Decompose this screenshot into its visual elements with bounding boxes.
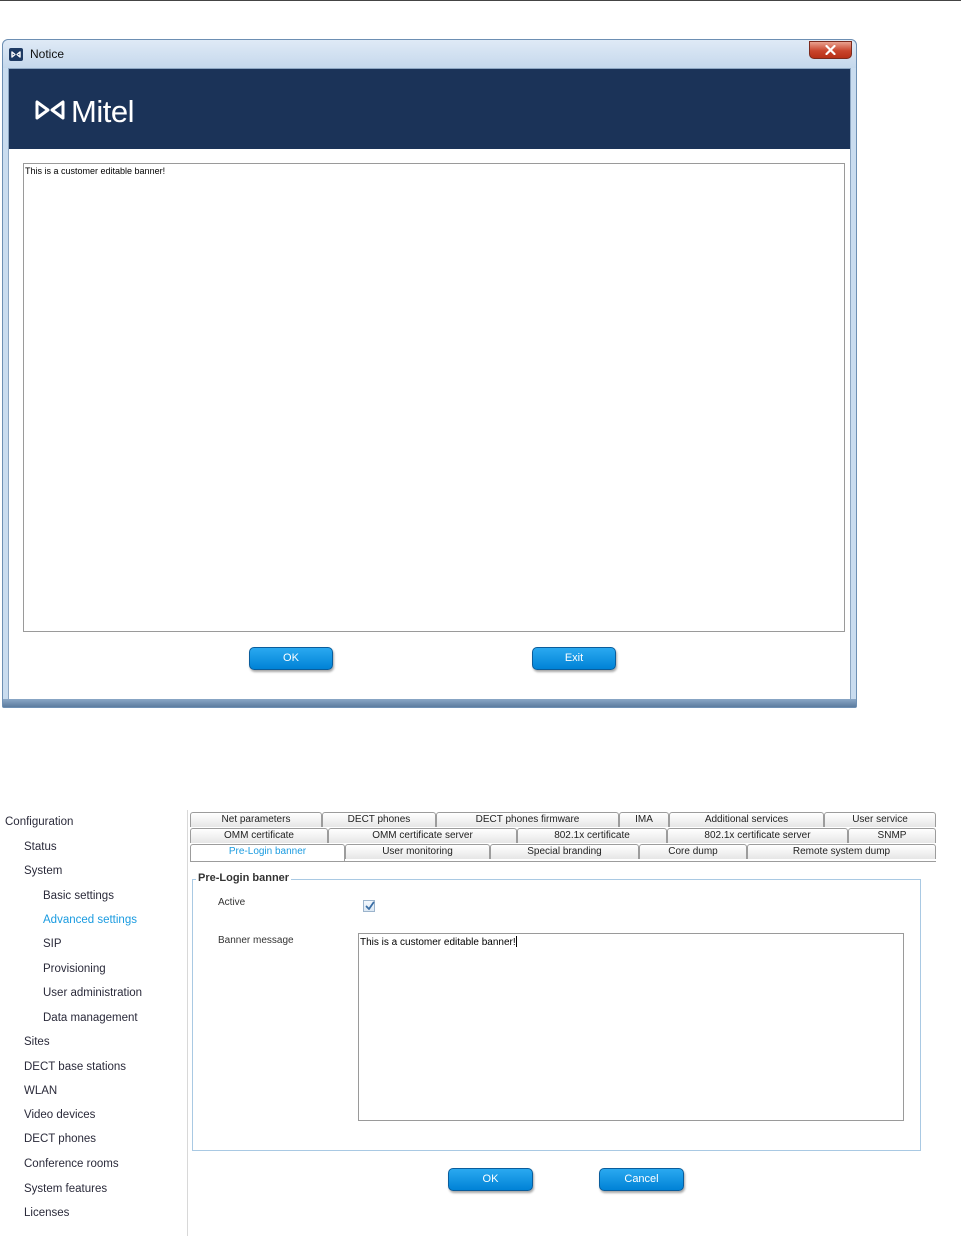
- notice-window: Notice Mitel This is a customer editable…: [2, 39, 857, 708]
- notice-title: Notice: [30, 47, 65, 61]
- tab-user-monitoring[interactable]: User monitoring: [345, 844, 490, 859]
- tab-pre-login-banner[interactable]: Pre-Login banner: [190, 844, 345, 861]
- notice-message-text: This is a customer editable banner!: [25, 166, 166, 176]
- window-bottom-frame: [3, 699, 856, 707]
- nav-dect-phones[interactable]: DECT phones: [24, 1133, 96, 1145]
- tab-additional-services[interactable]: Additional services: [669, 812, 824, 827]
- nav-system[interactable]: System: [24, 865, 62, 877]
- panel-legend: Pre-Login banner: [196, 872, 292, 884]
- banner-message-value: This is a customer editable banner!: [360, 937, 516, 948]
- tab-user-service[interactable]: User service: [824, 812, 936, 827]
- nav-sites[interactable]: Sites: [24, 1036, 50, 1048]
- checkmark-icon: [365, 901, 375, 910]
- tab-8021x-certificate-server[interactable]: 802.1x certificate server: [667, 828, 848, 843]
- nav-sip[interactable]: SIP: [43, 938, 62, 950]
- notice-exit-button[interactable]: Exit: [532, 647, 616, 670]
- nav-video-devices[interactable]: Video devices: [24, 1109, 95, 1121]
- sidebar-nav: Configuration Status System Basic settin…: [0, 810, 186, 1236]
- tab-dect-phones[interactable]: DECT phones: [322, 812, 436, 827]
- notice-ok-button[interactable]: OK: [249, 647, 333, 670]
- tab-special-branding[interactable]: Special branding: [490, 844, 639, 859]
- nav-basic-settings[interactable]: Basic settings: [43, 890, 114, 902]
- notice-message-box[interactable]: This is a customer editable banner!: [23, 163, 845, 632]
- banner-message-label: Banner message: [218, 935, 294, 946]
- notice-titlebar[interactable]: Notice: [3, 40, 856, 68]
- sidebar-divider: [187, 810, 188, 1236]
- tab-net-parameters[interactable]: Net parameters: [190, 812, 322, 827]
- nav-licenses[interactable]: Licenses: [24, 1207, 69, 1219]
- nav-data-management[interactable]: Data management: [43, 1012, 138, 1024]
- notice-client-area: Mitel This is a customer editable banner…: [8, 68, 851, 700]
- form-ok-button[interactable]: OK: [448, 1168, 533, 1191]
- tab-remote-system-dump[interactable]: Remote system dump: [747, 844, 936, 859]
- nav-system-features[interactable]: System features: [24, 1183, 107, 1195]
- form-cancel-button[interactable]: Cancel: [599, 1168, 684, 1191]
- close-button[interactable]: [809, 41, 852, 59]
- tab-dect-phones-firmware[interactable]: DECT phones firmware: [436, 812, 619, 827]
- nav-wlan[interactable]: WLAN: [24, 1085, 57, 1097]
- text-caret: [515, 936, 517, 947]
- close-icon: [825, 45, 836, 55]
- mitel-app-icon: [9, 48, 23, 61]
- tab-8021x-certificate[interactable]: 802.1x certificate: [517, 828, 667, 843]
- nav-status[interactable]: Status: [24, 841, 57, 853]
- tab-snmp[interactable]: SNMP: [848, 828, 936, 843]
- tab-ima[interactable]: IMA: [619, 812, 669, 827]
- tab-core-dump[interactable]: Core dump: [639, 844, 747, 859]
- tab-omm-certificate[interactable]: OMM certificate: [190, 828, 328, 843]
- mitel-logo-text: Mitel: [71, 94, 134, 129]
- nav-user-administration[interactable]: User administration: [43, 987, 142, 999]
- nav-provisioning[interactable]: Provisioning: [43, 963, 106, 975]
- nav-dect-base-stations[interactable]: DECT base stations: [24, 1061, 126, 1073]
- nav-conference-rooms[interactable]: Conference rooms: [24, 1158, 119, 1170]
- nav-configuration[interactable]: Configuration: [5, 816, 73, 828]
- mitel-mark-icon: [35, 100, 65, 120]
- tab-omm-certificate-server[interactable]: OMM certificate server: [328, 828, 517, 843]
- mitel-banner: Mitel: [9, 69, 850, 149]
- tab-baseline: [190, 861, 936, 862]
- active-checkbox[interactable]: [363, 900, 375, 912]
- page-top-rule: [0, 0, 961, 1]
- banner-message-textarea[interactable]: This is a customer editable banner!: [358, 933, 904, 1121]
- nav-advanced-settings[interactable]: Advanced settings: [43, 914, 137, 926]
- active-label: Active: [218, 897, 246, 908]
- settings-tabs: Net parameters DECT phones DECT phones f…: [190, 812, 936, 862]
